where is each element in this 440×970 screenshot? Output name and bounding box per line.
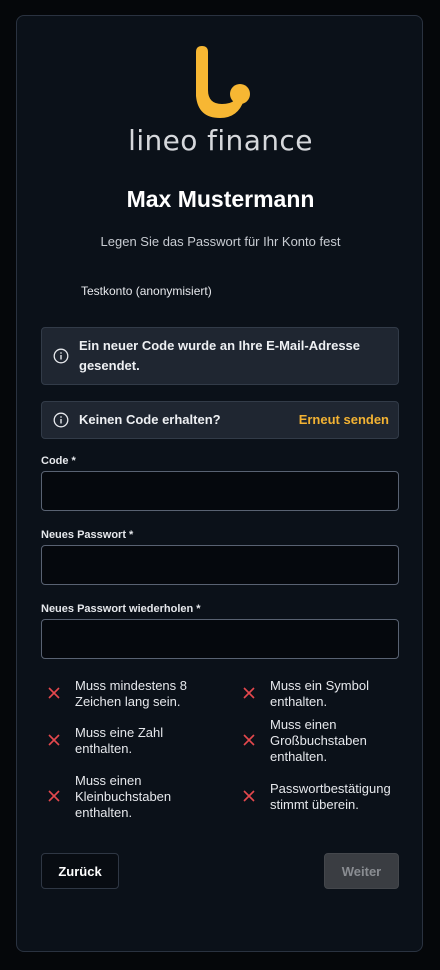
cross-icon	[243, 790, 255, 802]
rule-text: Muss eine Zahl enthalten.	[75, 725, 164, 756]
user-name: Max Mustermann	[126, 186, 315, 212]
rule-min-length: Muss mindestens 8 Zeichen lang sein.	[47, 678, 205, 710]
rule-text: Muss ein Symbol enthalten.	[270, 678, 369, 709]
rule-text: Muss einen Kleinbuchstaben enthalten.	[75, 773, 172, 820]
account-label: Testkonto (anonymisiert)	[81, 284, 212, 298]
info-icon	[53, 348, 69, 364]
new-password-label: Neues Passwort *	[41, 529, 134, 541]
code-sent-notice: Ein neuer Code wurde an Ihre E-Mail-Adre…	[41, 327, 399, 385]
cross-icon	[48, 790, 60, 802]
brand-name: lineo finance	[128, 124, 313, 157]
rule-text: Passwortbestätigung stimmt überein.	[270, 781, 391, 812]
rule-confirmation-match: Passwortbestätigung stimmt überein.	[242, 781, 400, 813]
rule-uppercase: Muss einen Großbuchstaben enthalten.	[242, 717, 400, 765]
cross-icon	[48, 734, 60, 746]
next-button[interactable]: Weiter	[324, 853, 399, 889]
info-icon	[53, 412, 69, 428]
back-button[interactable]: Zurück	[41, 853, 119, 889]
rule-text: Muss mindestens 8 Zeichen lang sein.	[75, 678, 187, 709]
page-subtitle: Legen Sie das Passwort für Ihr Konto fes…	[100, 234, 341, 249]
no-code-text: Keinen Code erhalten?	[79, 412, 221, 427]
code-input[interactable]	[41, 471, 399, 511]
new-password-input[interactable]	[41, 545, 399, 585]
no-code-notice: Keinen Code erhalten? Erneut senden	[41, 401, 399, 439]
brand-logo	[17, 46, 424, 122]
code-sent-text: Ein neuer Code wurde an Ihre E-Mail-Adre…	[79, 338, 361, 373]
resend-code-link[interactable]: Erneut senden	[299, 412, 389, 427]
cross-icon	[243, 734, 255, 746]
cross-icon	[243, 687, 255, 699]
rule-number: Muss eine Zahl enthalten.	[47, 725, 205, 757]
rule-text: Muss einen Großbuchstaben enthalten.	[270, 717, 367, 764]
code-label: Code *	[41, 455, 76, 467]
repeat-password-input[interactable]	[41, 619, 399, 659]
set-password-card: lineo finance Max Mustermann Legen Sie d…	[16, 15, 423, 952]
cross-icon	[48, 687, 60, 699]
repeat-password-label: Neues Passwort wiederholen *	[41, 603, 201, 615]
lineo-logo-icon	[195, 46, 250, 118]
rule-lowercase: Muss einen Kleinbuchstaben enthalten.	[47, 773, 205, 821]
rule-symbol: Muss ein Symbol enthalten.	[242, 678, 400, 710]
